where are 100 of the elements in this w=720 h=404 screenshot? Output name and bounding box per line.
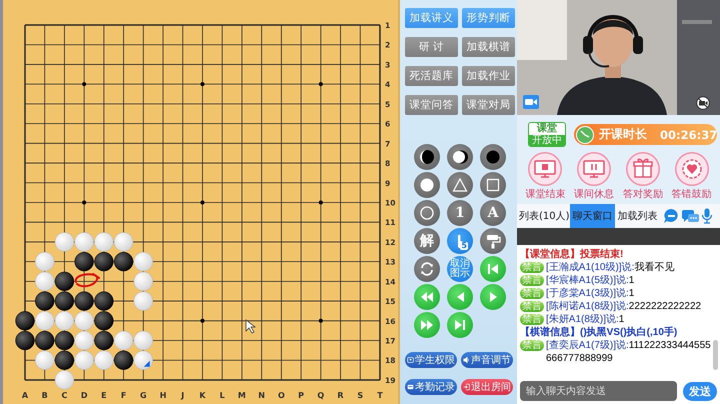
monitor-icon — [577, 152, 612, 186]
hide-marks-button[interactable]: 取消图示 — [447, 256, 473, 282]
tab[interactable]: 加载列表 — [615, 204, 660, 228]
card-icon — [407, 382, 414, 392]
action-button[interactable]: 课堂问答 — [405, 95, 458, 115]
tool-button[interactable] — [447, 144, 473, 170]
back-button[interactable] — [447, 284, 473, 310]
footer-button[interactable]: 声音调节 — [461, 352, 513, 368]
star-point — [200, 82, 204, 86]
tool-button[interactable] — [480, 144, 506, 170]
circle-icon — [419, 205, 435, 221]
chat-input-field[interactable]: 输入聊天内容发送 — [520, 381, 677, 401]
star-point — [82, 200, 86, 204]
column-label: D — [80, 391, 88, 400]
label-tool-button[interactable]: A — [480, 200, 506, 226]
chat-message: [华宸棒A1(5级)]说:1 — [546, 274, 634, 287]
square-icon — [485, 177, 501, 193]
action-button[interactable]: 死活题库 — [405, 66, 458, 86]
triangle-icon — [452, 317, 468, 333]
first-move-button[interactable] — [480, 256, 506, 282]
label-tool-button[interactable]: 解 — [414, 228, 440, 254]
tab[interactable]: 聊天窗口 — [570, 204, 615, 228]
speaker-icon — [463, 355, 470, 365]
gift-icon — [626, 152, 660, 186]
alternate-stone-icon — [452, 149, 468, 165]
speech-bubble-icon[interactable] — [663, 208, 680, 224]
tool-button[interactable] — [414, 144, 440, 170]
column-label: E — [101, 391, 107, 400]
star-point — [200, 318, 204, 323]
paint-roller-icon — [485, 233, 501, 249]
chat-message: [王瀚成A1(10级)]说:我看不见 — [546, 261, 674, 274]
footer-button[interactable]: 退出房间 — [461, 379, 513, 395]
pen-mark — [74, 273, 100, 288]
column-label: G — [140, 391, 147, 400]
column-label: C — [62, 391, 68, 400]
action-button[interactable]: 加载讲义 — [405, 8, 458, 28]
column-label: T — [377, 391, 383, 400]
column-label: P — [298, 391, 304, 400]
star-point — [318, 200, 323, 204]
chat-message: [陈柯诺A1(8级)]说:2222222222222 — [546, 300, 702, 313]
exit-icon — [463, 382, 470, 392]
chat-message: [于彦棠A1(3级)]说:1 — [546, 287, 634, 300]
column-label: M — [238, 391, 246, 400]
badge-status: 开放中 — [529, 134, 565, 146]
action-button[interactable]: 形势判断 — [462, 8, 515, 28]
mute-button[interactable]: 禁言 — [520, 340, 544, 351]
fast-forward-button[interactable] — [414, 312, 440, 338]
star-point — [200, 200, 204, 204]
mute-button[interactable]: 禁言 — [520, 301, 544, 312]
action-button[interactable]: 课堂对局 — [462, 95, 515, 115]
refresh-icon — [419, 261, 435, 277]
clock-icon — [576, 126, 594, 144]
camera-off-icon[interactable] — [696, 96, 710, 110]
class-action-button[interactable]: 答对奖励 — [618, 152, 668, 201]
send-button[interactable]: 发送 — [683, 382, 717, 400]
footer-button[interactable]: 考勤记录 — [405, 379, 457, 395]
id-card-icon — [407, 355, 414, 365]
stone-icon — [485, 149, 501, 165]
column-label: K — [199, 391, 206, 400]
monitor-icon — [528, 152, 562, 186]
class-action-button[interactable]: 课堂结束 — [521, 152, 570, 201]
column-label: H — [160, 391, 166, 400]
chat-icon[interactable] — [682, 208, 699, 224]
camera-icon[interactable] — [523, 95, 539, 109]
game-info-message: 【棋谱信息】()执黑VS()执白(,10手) — [520, 326, 678, 339]
chat-message: [查奕辰A1(7级)]说:111222333444555666777888999 — [546, 339, 712, 365]
mute-button[interactable]: 禁言 — [520, 314, 544, 325]
column-label: R — [337, 391, 344, 400]
triangle-icon — [419, 289, 435, 305]
class-action-button[interactable]: 答错鼓励 — [667, 152, 716, 201]
triangle-icon — [419, 317, 435, 333]
star-point — [318, 318, 323, 323]
label-tool-button[interactable]: 1 — [447, 200, 473, 226]
timer-value: 00:26:37 — [660, 128, 718, 142]
last-move-button[interactable] — [447, 312, 473, 338]
class-action-button[interactable]: 课间休息 — [570, 152, 618, 201]
mute-button[interactable]: 禁言 — [520, 262, 544, 273]
column-label: A — [22, 391, 28, 400]
microphone-icon[interactable] — [701, 208, 713, 224]
footer-button[interactable]: 学生权限 — [405, 352, 457, 368]
alternate-stone-icon — [419, 149, 435, 165]
action-button[interactable]: 加载作业 — [462, 66, 515, 86]
tab[interactable]: 列表(10人) — [517, 204, 570, 228]
column-label: F — [120, 391, 126, 400]
triangle-icon — [485, 261, 501, 277]
column-label: O — [278, 391, 285, 400]
forward-button[interactable] — [480, 284, 506, 310]
column-label: Q — [317, 391, 324, 400]
action-button[interactable]: 研 讨 — [405, 37, 458, 57]
star-point — [318, 82, 323, 86]
scrollbar-thumb[interactable] — [713, 340, 718, 370]
column-label: B — [42, 391, 48, 400]
action-button[interactable]: 加载棋谱 — [462, 37, 515, 57]
mute-button[interactable]: 禁言 — [520, 288, 544, 299]
mute-button[interactable]: 禁言 — [520, 275, 544, 286]
pointer-tool-button[interactable]: 5 — [447, 228, 473, 254]
fast-back-button[interactable] — [414, 284, 440, 310]
cursor-icon — [246, 319, 256, 334]
column-label: L — [220, 391, 225, 400]
chat-message: [朱妍A1(8级)]说:1 — [546, 313, 624, 326]
